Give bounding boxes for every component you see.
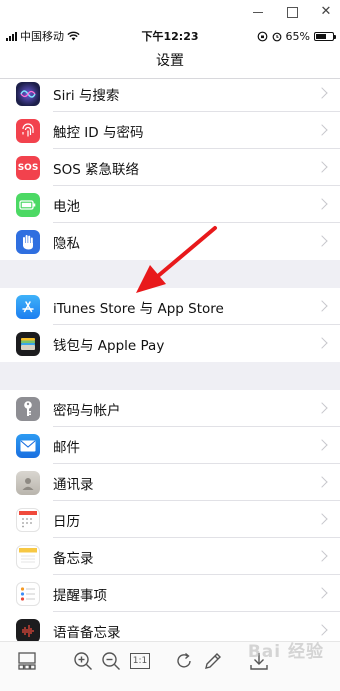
privacy-label: 隐私 [53,235,80,252]
watermark: Bai 经验 [247,642,324,662]
chevron-right-icon [316,475,328,488]
wifi-icon [67,31,80,41]
settings-row-privacy[interactable]: 隐私 [0,223,340,260]
signal-icon [6,31,17,41]
zoom-in-icon[interactable] [72,650,94,672]
edit-pencil-icon[interactable] [202,650,224,672]
key-icon [16,396,40,421]
mail-label: 邮件 [53,439,80,456]
settings-row-wallet[interactable]: 钱包与 Apple Pay [0,325,340,362]
wallet-label: 钱包与 Apple Pay [53,337,165,354]
rotate-icon[interactable] [173,650,195,672]
settings-row-passwords[interactable]: 密码与帐户 [0,390,340,427]
section-gap [0,362,340,390]
calendar-label: 日历 [53,513,80,530]
chevron-right-icon [316,549,328,562]
passwords-label: 密码与帐户 [53,402,121,419]
mail-icon [16,433,40,458]
actual-size-button[interactable]: 1:1 [130,653,150,669]
settings-row-notes[interactable]: 备忘录 [0,538,340,575]
wallet-icon [16,331,40,356]
chevron-right-icon [316,299,328,312]
voice-memos-icon [16,618,40,641]
maximize-button[interactable] [284,4,300,20]
calendar-icon [16,507,40,532]
orientation-lock-icon [257,31,267,41]
chevron-right-icon [316,438,328,451]
contacts-label: 通讯录 [53,476,94,493]
chevron-right-icon [316,512,328,525]
settings-row-mail[interactable]: 邮件 [0,427,340,464]
settings-row-touchid[interactable]: 触控 ID 与密码 [0,112,340,149]
battery-label: 电池 [53,198,80,215]
chevron-right-icon [316,234,328,247]
alarm-icon [272,32,281,41]
close-button[interactable]: ✕ [318,4,334,20]
minimize-button[interactable] [250,4,266,20]
chevron-right-icon [316,123,328,136]
reminders-icon [16,581,40,606]
sos-label: SOS 紧急联络 [53,161,140,178]
settings-row-contacts[interactable]: 通讯录 [0,464,340,501]
battery-icon [314,31,336,41]
voice-memos-label: 语音备忘录 [53,624,121,641]
notes-icon [16,544,40,569]
thumbnail-icon[interactable] [16,650,38,672]
touchid-label: 触控 ID 与密码 [53,124,144,141]
zoom-out-icon[interactable] [100,650,122,672]
battery-settings-icon [16,192,40,217]
chevron-right-icon [316,401,328,414]
siri-label: Siri 与搜索 [53,87,120,104]
settings-row-siri[interactable]: Siri 与搜索 [0,79,340,112]
section-gap [0,260,340,288]
chevron-right-icon [316,623,328,636]
siri-icon [16,81,40,106]
hand-icon [16,229,40,254]
app-store-icon [16,294,40,319]
reminders-label: 提醒事项 [53,587,107,604]
battery-percent: 65% [285,29,310,43]
notes-label: 备忘录 [53,550,94,567]
chevron-right-icon [316,160,328,173]
settings-row-itunes-app-store[interactable]: iTunes Store 与 App Store [0,288,340,325]
page-title: 设置 [156,53,184,69]
settings-row-reminders[interactable]: 提醒事项 [0,575,340,612]
itunes-app-store-label: iTunes Store 与 App Store [53,300,224,317]
sos-icon: SOS [16,155,40,180]
chevron-right-icon [316,197,328,210]
chevron-right-icon [316,586,328,599]
chevron-right-icon [316,86,328,99]
settings-row-sos[interactable]: SOS SOS 紧急联络 [0,149,340,186]
carrier-label: 中国移动 [20,30,64,43]
settings-list[interactable]: Siri 与搜索 触控 ID 与密码 SOS SOS 紧急联络 电池 隐私 iT… [0,79,340,641]
chevron-right-icon [316,336,328,349]
viewer-title-bar: ✕ [0,0,340,26]
settings-row-calendar[interactable]: 日历 [0,501,340,538]
status-bar: 中国移动 下午12:23 65% [0,26,340,46]
settings-row-battery[interactable]: 电池 [0,186,340,223]
contacts-icon [16,470,40,495]
fingerprint-icon [16,118,40,143]
